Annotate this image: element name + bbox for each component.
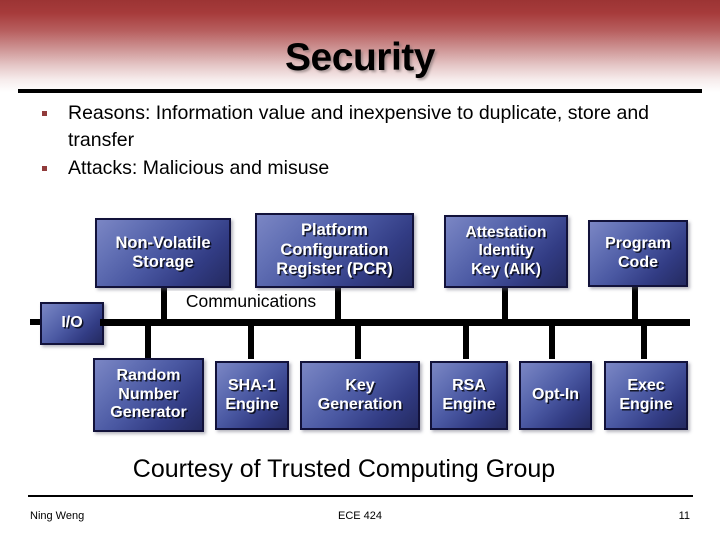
node-line-3: Register (PCR) <box>276 260 393 279</box>
node-program-code[interactable]: Program Code <box>588 220 688 287</box>
node-line-2: Identity <box>478 242 534 260</box>
node-line-1: I/O <box>61 314 83 332</box>
node-attestation-identity-key[interactable]: Attestation Identity Key (AIK) <box>444 215 568 288</box>
bullet-item: Attacks: Malicious and misuse <box>30 155 700 182</box>
connector-aik <box>502 288 508 324</box>
communications-bus <box>100 319 690 326</box>
node-line-2: Storage <box>132 253 194 271</box>
node-line-2: Engine <box>619 395 673 413</box>
node-platform-configuration-register[interactable]: Platform Configuration Register (PCR) <box>255 213 414 288</box>
node-line-1: Exec <box>627 376 665 394</box>
footer-divider <box>28 495 693 497</box>
node-line-2: Configuration <box>280 240 389 259</box>
bullet-text: Reasons: Information value and inexpensi… <box>68 102 650 151</box>
bullet-list: Reasons: Information value and inexpensi… <box>30 100 700 183</box>
node-line-2: Engine <box>225 395 279 413</box>
node-line-1: Platform <box>301 221 368 240</box>
connector-program-code <box>632 287 638 324</box>
connector-pcr <box>335 288 341 324</box>
courtesy-caption: Courtesy of Trusted Computing Group <box>132 455 556 483</box>
node-io[interactable]: I/O <box>40 302 104 345</box>
node-line-1: Program <box>605 234 671 252</box>
slide-canvas: Security Reasons: Information value and … <box>0 0 720 540</box>
node-rsa-engine[interactable]: RSA Engine <box>430 361 508 430</box>
node-line-1: Attestation <box>465 224 547 242</box>
connector-nonvolatile-storage <box>161 287 167 324</box>
node-non-volatile-storage[interactable]: Non-Volatile Storage <box>95 218 231 288</box>
connector-key-generation <box>355 325 361 359</box>
node-line-3: Generator <box>110 404 187 422</box>
node-exec-engine[interactable]: Exec Engine <box>604 361 688 430</box>
title-divider <box>18 89 702 93</box>
node-key-generation[interactable]: Key Generation <box>300 361 420 430</box>
node-line-1: Key <box>345 376 375 394</box>
node-line-1: Random <box>116 366 181 384</box>
footer-page-number: 11 <box>678 510 690 522</box>
bullet-marker-icon <box>42 111 47 116</box>
connector-random-number-generator <box>145 325 151 359</box>
connector-exec-engine <box>641 325 647 359</box>
node-line-1: RSA <box>452 376 486 394</box>
connector-opt-in <box>549 325 555 359</box>
node-sha1-engine[interactable]: SHA-1 Engine <box>215 361 289 430</box>
node-line-2: Generation <box>317 395 403 413</box>
bullet-text: Attacks: Malicious and misuse <box>68 157 330 179</box>
bus-label-communications: Communications <box>167 291 335 312</box>
bullet-item: Reasons: Information value and inexpensi… <box>30 100 700 154</box>
bullet-marker-icon <box>42 166 47 171</box>
node-line-2: Engine <box>442 395 496 413</box>
node-line-1: SHA-1 <box>227 376 276 394</box>
connector-sha1-engine <box>248 325 254 359</box>
connector-rsa-engine <box>463 325 469 359</box>
node-line-1: Opt-In <box>531 386 580 404</box>
node-line-2: Number <box>118 385 179 403</box>
node-line-1: Non-Volatile <box>115 233 211 252</box>
node-opt-in[interactable]: Opt-In <box>519 361 592 430</box>
node-line-2: Code <box>618 253 658 271</box>
node-line-3: Key (AIK) <box>471 260 541 278</box>
node-random-number-generator[interactable]: Random Number Generator <box>93 358 204 432</box>
page-title: Security <box>285 36 435 79</box>
